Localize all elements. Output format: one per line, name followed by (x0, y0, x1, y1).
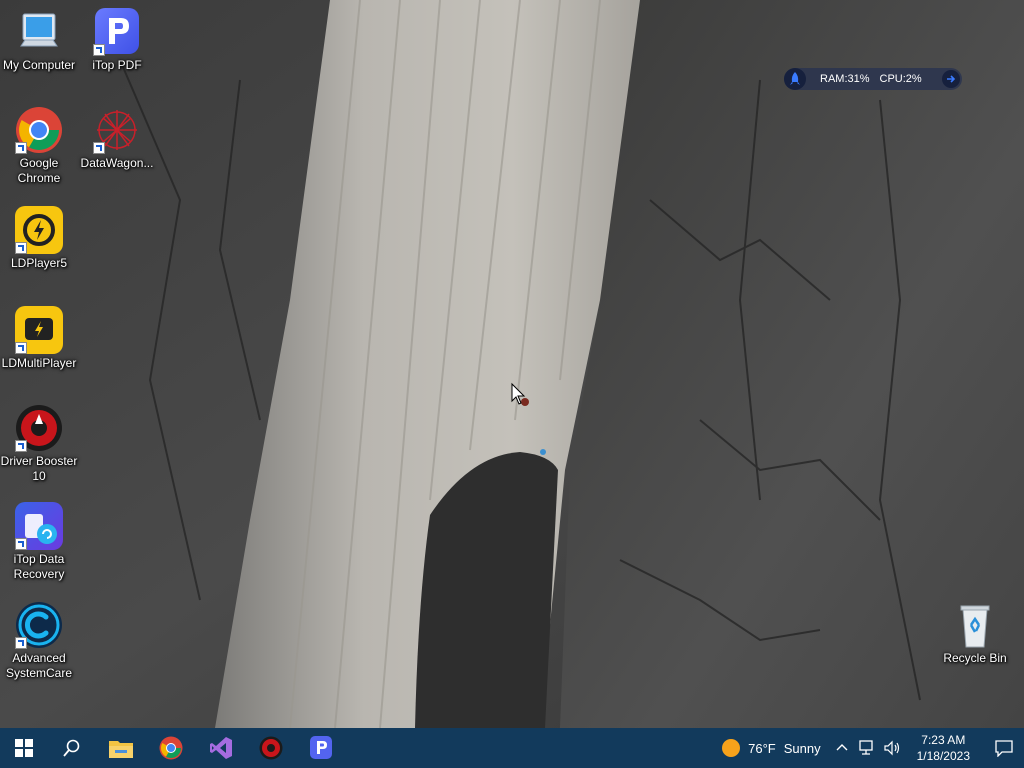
volume-icon[interactable] (883, 740, 901, 756)
desktop-icon-label: Google Chrome (17, 156, 61, 185)
weather-widget[interactable]: 76°F Sunny (722, 739, 821, 757)
datawagon-icon (93, 106, 141, 154)
shortcut-arrow-icon (15, 440, 27, 452)
notification-icon (995, 740, 1013, 757)
cpu-usage: CPU:2% (879, 73, 922, 85)
system-tray: 76°F Sunny 7:23 AM 1/18/2023 (722, 728, 1024, 768)
shortcut-arrow-icon (15, 142, 27, 154)
desktop-icon-recycle-bin[interactable]: Recycle Bin (936, 601, 1014, 666)
weather-condition: Sunny (783, 740, 821, 756)
taskbar-itop-pdf[interactable] (296, 728, 346, 768)
windows-logo-icon (15, 739, 33, 757)
desktop-icon-itop-data-recovery[interactable]: iTop Data Recovery (0, 502, 78, 582)
shortcut-arrow-icon (93, 142, 105, 154)
desktop-icon-label: DataWagon... (80, 156, 154, 170)
shortcut-arrow-icon (15, 242, 27, 254)
advanced-systemcare-icon (15, 601, 63, 649)
desktop-icon-label: iTop PDF (92, 58, 142, 72)
tray-icons (835, 740, 901, 756)
desktop-icon-itop-pdf[interactable]: iTop PDF (78, 8, 156, 73)
clock-time: 7:23 AM (921, 733, 966, 747)
desktop-icon-driver-booster[interactable]: Driver Booster 10 (0, 404, 78, 484)
notification-center-button[interactable] (984, 728, 1024, 768)
desktop-icon-datawagon[interactable]: DataWagon... (78, 106, 156, 171)
taskbar-file-explorer[interactable] (96, 728, 146, 768)
taskbar: 76°F Sunny 7:23 AM 1/18/2023 (0, 728, 1024, 768)
desktop-icon-label: Driver Booster 10 (0, 454, 78, 483)
taskbar-visual-studio[interactable] (196, 728, 246, 768)
chrome-icon (15, 106, 63, 154)
clock-date: 1/18/2023 (916, 749, 970, 763)
desktop-icon-label: Recycle Bin (943, 651, 1007, 665)
chrome-icon (159, 736, 183, 760)
desktop-icon-label: iTop Data Recovery (13, 552, 65, 581)
itop-pdf-icon (93, 8, 141, 56)
search-button[interactable] (48, 728, 96, 768)
network-icon[interactable] (857, 740, 875, 756)
ldmultiplayer-icon (15, 306, 63, 354)
sun-icon (722, 739, 741, 757)
recycle-bin-icon (951, 601, 999, 649)
itop-pdf-icon (310, 736, 332, 759)
desktop-icon-label: LDPlayer5 (10, 256, 68, 270)
rocket-icon[interactable] (784, 68, 806, 90)
itop-data-recovery-icon (15, 502, 63, 550)
search-icon (63, 739, 80, 757)
desktop-icon-google-chrome[interactable]: Google Chrome (0, 106, 78, 186)
shortcut-arrow-icon (15, 637, 27, 649)
start-button[interactable] (0, 728, 48, 768)
driver-booster-icon (15, 404, 63, 452)
taskbar-chrome[interactable] (146, 728, 196, 768)
desktop-icon-advanced-systemcare[interactable]: Advanced SystemCare (0, 601, 78, 681)
visual-studio-icon (210, 737, 232, 759)
ldplayer-icon (15, 206, 63, 254)
desktop-icon-label: My Computer (2, 58, 76, 72)
chevron-up-icon[interactable] (835, 741, 849, 755)
desktop-icon-my-computer[interactable]: My Computer (0, 8, 78, 73)
computer-icon (15, 8, 63, 56)
clock[interactable]: 7:23 AM 1/18/2023 (917, 732, 970, 764)
file-explorer-icon (109, 741, 133, 758)
shortcut-arrow-icon (93, 44, 105, 56)
weather-temp: 76°F (748, 740, 776, 756)
system-monitor-widget[interactable]: RAM:31% CPU:2% (784, 68, 962, 90)
ram-usage: RAM:31% (820, 73, 870, 85)
desktop-icon-ldplayer5[interactable]: LDPlayer5 (0, 206, 78, 271)
taskbar-driver-booster[interactable] (246, 728, 296, 768)
shortcut-arrow-icon (15, 538, 27, 550)
desktop-icon-label: LDMultiPlayer (1, 356, 77, 370)
driver-booster-icon (259, 736, 283, 760)
desktop-icon-ldmultiplayer[interactable]: LDMultiPlayer (0, 306, 78, 371)
shortcut-arrow-icon (15, 342, 27, 354)
arrow-right-icon[interactable] (942, 70, 960, 88)
desktop-icon-label: Advanced SystemCare (5, 651, 73, 680)
